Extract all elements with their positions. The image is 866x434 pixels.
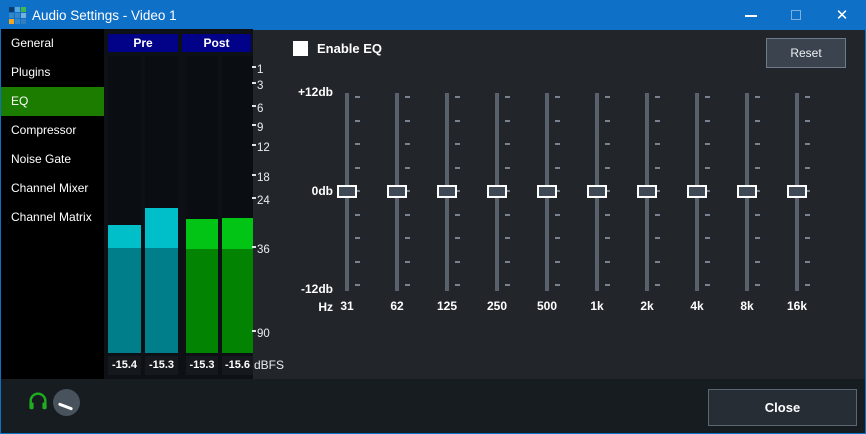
meter-bar-peak	[186, 219, 218, 249]
post-left-db-value: -15.3	[186, 356, 218, 375]
eq-band-freq-label: 125	[422, 299, 472, 313]
scale-tick-3: 3	[257, 80, 263, 92]
sidebar-item-channel-matrix[interactable]: Channel Matrix	[1, 203, 104, 232]
eq-slider-thumb[interactable]	[387, 185, 407, 198]
scale-tick-36: 36	[257, 244, 270, 256]
eq-slider-thumb[interactable]	[787, 185, 807, 198]
settings-sidebar: General Plugins EQ Compressor Noise Gate…	[1, 29, 104, 379]
eq-band-freq-label: 62	[372, 299, 422, 313]
scale-tick-9: 9	[257, 122, 263, 134]
enable-eq-label: Enable EQ	[317, 41, 382, 56]
meter-bar-body	[145, 248, 178, 353]
meter-unit-label: dBFS	[254, 358, 284, 372]
reset-button[interactable]: Reset	[766, 38, 846, 68]
meter-bar-peak	[222, 218, 253, 249]
scale-tick-1: 1	[257, 64, 263, 76]
pre-meter-right-channel	[145, 56, 178, 353]
eq-slider-thumb[interactable]	[487, 185, 507, 198]
knob-pointer-icon	[58, 402, 73, 410]
eq-band-1k: 1k	[572, 93, 622, 323]
eq-band-500hz: 500	[522, 93, 572, 323]
scale-tick-18: 18	[257, 172, 270, 184]
sidebar-item-general[interactable]: General	[1, 29, 104, 58]
sidebar-item-channel-mixer[interactable]: Channel Mixer	[1, 174, 104, 203]
eq-band-125hz: 125	[422, 93, 472, 323]
eq-band-freq-label: 1k	[572, 299, 622, 313]
audio-settings-window: Audio Settings - Video 1 ✕ General Plugi…	[0, 0, 866, 434]
post-right-db-value: -15.6	[222, 356, 253, 375]
pre-right-db-value: -15.3	[145, 356, 178, 375]
scale-tick-90: 90	[257, 328, 270, 340]
close-window-button[interactable]: ✕	[825, 1, 859, 30]
meter-bar-peak	[108, 225, 141, 248]
eq-band-250hz: 250	[472, 93, 522, 323]
maximize-icon	[791, 10, 801, 20]
post-meter-right-channel	[222, 56, 253, 353]
eq-band-freq-label: 2k	[622, 299, 672, 313]
maximize-button	[779, 1, 813, 30]
eq-band-8k: 8k	[722, 93, 772, 323]
eq-band-freq-label: 16k	[772, 299, 822, 313]
eq-band-freq-label: 4k	[672, 299, 722, 313]
minimize-icon	[745, 15, 757, 17]
meter-bar-peak	[145, 208, 178, 248]
sidebar-item-eq[interactable]: EQ	[1, 87, 104, 116]
eq-slider-thumb[interactable]	[737, 185, 757, 198]
eq-slider-thumb[interactable]	[337, 185, 357, 198]
eq-slider-thumb[interactable]	[537, 185, 557, 198]
headphones-icon[interactable]	[27, 390, 49, 412]
pre-left-db-value: -15.4	[108, 356, 141, 375]
footer-bar: Close	[1, 379, 865, 434]
eq-band-62hz: 62	[372, 93, 422, 323]
app-logo-icon	[9, 7, 26, 24]
enable-eq-checkbox[interactable]	[293, 41, 308, 56]
eq-band-freq-label: 250	[472, 299, 522, 313]
pre-meter-header: Pre	[108, 34, 178, 52]
eq-band-freq-label: 8k	[722, 299, 772, 313]
scale-tick-6: 6	[257, 103, 263, 115]
eq-slider-thumb[interactable]	[687, 185, 707, 198]
meter-bar-body	[186, 249, 218, 353]
eq-band-31hz: 31	[322, 93, 372, 323]
window-title: Audio Settings - Video 1	[32, 1, 177, 30]
pre-meter-left-channel	[108, 56, 141, 353]
eq-band-freq-label: 500	[522, 299, 572, 313]
meter-bar-body	[222, 249, 253, 353]
scale-tick-24: 24	[257, 195, 270, 207]
eq-slider-thumb[interactable]	[637, 185, 657, 198]
meter-bar-body	[108, 248, 141, 353]
eq-band-16k: 16k	[772, 93, 822, 323]
eq-slider-thumb[interactable]	[587, 185, 607, 198]
eq-band-freq-label: 31	[322, 299, 372, 313]
close-button[interactable]: Close	[708, 389, 857, 426]
post-meter-header: Post	[182, 34, 251, 52]
titlebar: Audio Settings - Video 1 ✕	[1, 1, 865, 30]
sidebar-item-plugins[interactable]: Plugins	[1, 58, 104, 87]
post-meter-left-channel	[186, 56, 218, 353]
minimize-button[interactable]	[734, 1, 768, 30]
eq-band-4k: 4k	[672, 93, 722, 323]
sidebar-item-noise-gate[interactable]: Noise Gate	[1, 145, 104, 174]
headphones-volume-knob[interactable]	[53, 389, 80, 416]
sidebar-item-compressor[interactable]: Compressor	[1, 116, 104, 145]
scale-tick-12: 12	[257, 142, 270, 154]
eq-slider-thumb[interactable]	[437, 185, 457, 198]
eq-band-2k: 2k	[622, 93, 672, 323]
